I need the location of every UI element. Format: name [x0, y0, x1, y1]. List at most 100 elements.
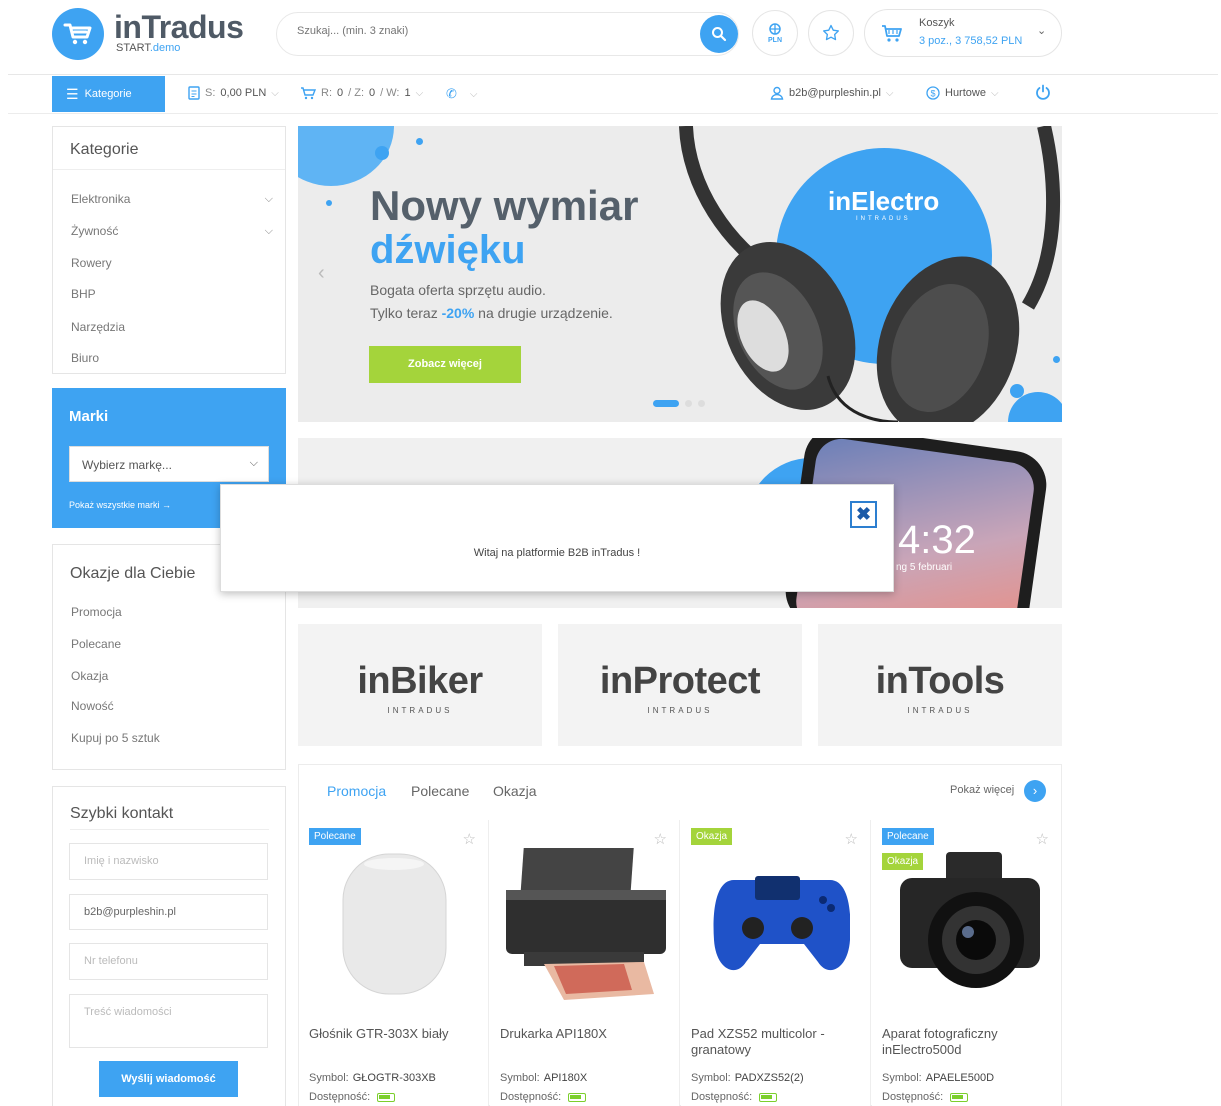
- product-name[interactable]: Drukarka API180X: [500, 1026, 675, 1042]
- star-icon[interactable]: ☆: [845, 830, 858, 848]
- speaker-image: [342, 853, 447, 995]
- cart-status-dropdown[interactable]: R: 0 / Z: 0 / W: 1 ⌵: [300, 86, 423, 100]
- product-availability: Dostępność:: [882, 1091, 969, 1103]
- power-icon: [1036, 84, 1050, 100]
- brand-tile-name: inProtect: [599, 660, 761, 702]
- hero-cta-button[interactable]: Zobacz więcej: [369, 346, 521, 383]
- cart-logo-icon: [63, 23, 92, 45]
- product-name[interactable]: Głośnik GTR-303X biały: [309, 1026, 484, 1042]
- chevron-down-icon[interactable]: ⌵: [265, 193, 273, 206]
- document-icon: [188, 86, 200, 100]
- send-message-button[interactable]: Wyślij wiadomość: [99, 1061, 238, 1097]
- decor-dot: [1010, 384, 1024, 398]
- hero-text-line2: Tylko teraz -20% na drugie urządzenie.: [370, 305, 613, 321]
- search-icon: [712, 27, 727, 42]
- product-card[interactable]: Polecane ☆ Głośnik GTR-303X biały Symbol…: [299, 820, 489, 1106]
- brand-tile-intools[interactable]: inTools INTRADUS: [818, 624, 1062, 746]
- product-card[interactable]: Polecane Okazja ☆ Aparat fotograficzny i…: [872, 820, 1061, 1106]
- balance-value: 0,00 PLN: [220, 87, 267, 99]
- cart-chevron-icon: ⌄: [1037, 25, 1047, 37]
- product-name[interactable]: Pad XZS52 multicolor - granatowy: [691, 1026, 866, 1058]
- contact-name-field[interactable]: Imię i nazwisko: [69, 843, 268, 880]
- brand-tile-inprotect[interactable]: inProtect INTRADUS: [558, 624, 802, 746]
- tab-okazja[interactable]: Okazja: [493, 783, 537, 799]
- logo-mark[interactable]: [52, 8, 104, 60]
- prev-arrow-icon[interactable]: ‹: [318, 262, 325, 285]
- star-icon[interactable]: ☆: [1036, 830, 1049, 848]
- divider: [53, 169, 285, 170]
- logo-name[interactable]: inTradus: [114, 10, 244, 44]
- user-email: b2b@purpleshin.pl: [789, 87, 881, 99]
- product-availability: Dostępność:: [309, 1091, 396, 1103]
- brand-tile-sub: INTRADUS: [647, 706, 713, 715]
- search-button[interactable]: [700, 15, 738, 53]
- categories-menu-button[interactable]: ☰ Kategorie: [52, 76, 165, 112]
- product-name[interactable]: Aparat fotograficzny inElectro500d: [882, 1026, 1057, 1058]
- contact-phone-field[interactable]: Nr telefonu: [69, 943, 268, 980]
- category-item[interactable]: Rowery: [71, 256, 112, 270]
- favorites-button[interactable]: [808, 10, 854, 56]
- category-item[interactable]: Narzędzia: [71, 320, 125, 334]
- contact-email-field[interactable]: b2b@purpleshin.pl: [69, 894, 268, 930]
- symbol-label: Symbol:: [500, 1072, 540, 1084]
- category-item[interactable]: Elektronika: [71, 192, 130, 206]
- chevron-down-icon[interactable]: ⌵: [265, 225, 273, 238]
- badge-polecane: Polecane: [882, 828, 934, 845]
- cart-icon: [301, 87, 316, 100]
- brand-tile-sub: INTRADUS: [907, 706, 973, 715]
- star-icon[interactable]: ☆: [463, 830, 476, 848]
- balance-prefix: S:: [205, 87, 216, 99]
- symbol-label: Symbol:: [691, 1072, 731, 1084]
- currency-button[interactable]: PLN: [752, 10, 798, 56]
- price-type-dropdown[interactable]: $ Hurtowe ⌵: [926, 86, 999, 100]
- brands-all-link[interactable]: Pokaż wszystkie marki →: [69, 500, 171, 510]
- deals-title: Okazje dla Ciebie: [70, 565, 196, 582]
- battery-icon: [568, 1092, 587, 1102]
- user-dropdown[interactable]: b2b@purpleshin.pl ⌵: [770, 86, 894, 100]
- phone-date: ng 5 februari: [896, 562, 953, 573]
- battery-icon: [950, 1092, 969, 1102]
- contact-dropdown[interactable]: ✆ ⌵: [446, 86, 478, 102]
- balance-dropdown[interactable]: S: 0,00 PLN ⌵: [188, 86, 279, 100]
- categories-panel: Kategorie Elektronika ⌵ Żywność ⌵ Rowery…: [52, 126, 286, 374]
- welcome-dialog: Witaj na platformie B2B inTradus !: [220, 484, 894, 592]
- hero-text-line1: Bogata oferta sprzętu audio.: [370, 282, 546, 298]
- contact-message-field[interactable]: Treść wiadomości: [69, 994, 268, 1048]
- brand-tile-inbiker[interactable]: inBiker INTRADUS: [298, 624, 542, 746]
- chevron-down-icon: ⌵: [271, 87, 279, 99]
- tab-polecane[interactable]: Polecane: [411, 783, 469, 799]
- logout-button[interactable]: [1035, 84, 1051, 105]
- cart-summary-button[interactable]: Koszyk 3 poz., 3 758,52 PLN ⌄: [864, 9, 1062, 57]
- deal-item[interactable]: Okazja: [71, 669, 108, 683]
- deal-item[interactable]: Kupuj po 5 sztuk: [71, 731, 160, 745]
- brands-title: Marki: [69, 408, 109, 425]
- tab-promocja[interactable]: Promocja: [327, 783, 386, 799]
- show-more-link[interactable]: Pokaż więcej: [950, 784, 1014, 796]
- search-input[interactable]: [297, 25, 687, 37]
- product-symbol: Symbol: APAELE500D: [882, 1072, 994, 1084]
- category-item[interactable]: BHP: [71, 287, 96, 301]
- battery-icon: [759, 1092, 778, 1102]
- decor-dot: [1053, 356, 1060, 363]
- chevron-right-icon[interactable]: ›: [1024, 780, 1046, 802]
- app: { "brand": {"name": "inTradus", "sub_pre…: [0, 0, 1221, 1106]
- brand-select[interactable]: Wybierz markę... ⌵: [69, 446, 269, 482]
- badge-polecane: Polecane: [309, 828, 361, 845]
- logo-sub-prefix: START: [116, 42, 150, 54]
- availability-label: Dostępność:: [309, 1091, 371, 1103]
- menu-icon: ☰: [66, 85, 79, 102]
- symbol-value: GŁOGTR-303XB: [352, 1072, 436, 1084]
- deal-item[interactable]: Polecane: [71, 637, 121, 651]
- hero-title-line2: dźwięku: [370, 228, 526, 272]
- phone-time: 4:32: [898, 518, 976, 562]
- product-card[interactable]: Okazja ☆ Pad XZS52 multicolor - granatow…: [681, 820, 871, 1106]
- close-dialog-button[interactable]: ✖: [850, 501, 877, 528]
- product-availability: Dostępność:: [500, 1091, 587, 1103]
- price-type: Hurtowe: [945, 87, 986, 99]
- category-item[interactable]: Biuro: [71, 351, 99, 365]
- product-card[interactable]: ☆ Drukarka API180X Symbol: API180X Dostęp…: [490, 820, 680, 1106]
- contact-title: Szybki kontakt: [70, 805, 174, 822]
- category-item[interactable]: Żywność: [71, 224, 118, 238]
- deal-item[interactable]: Promocja: [71, 605, 122, 619]
- deal-item[interactable]: Nowość: [71, 699, 114, 713]
